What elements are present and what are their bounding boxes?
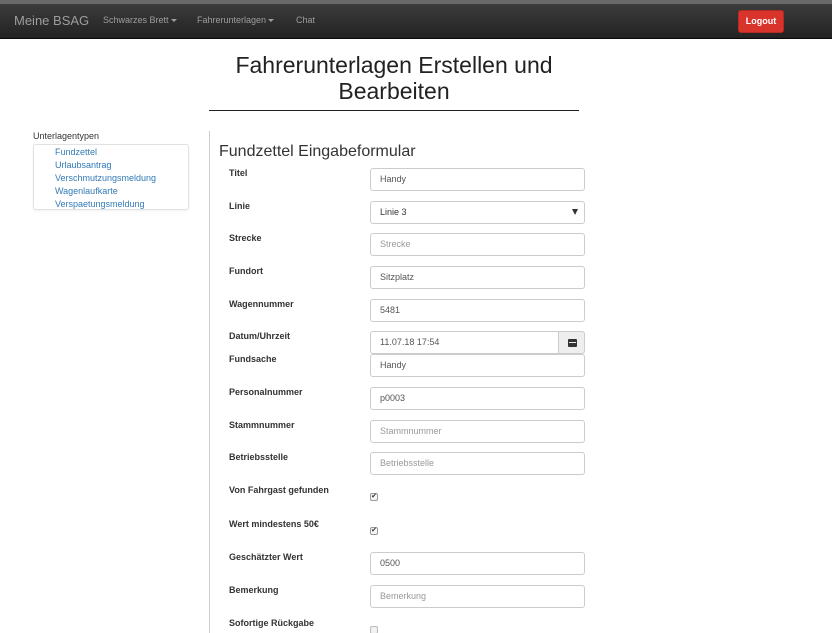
- wagennummer-value: 5481: [380, 305, 401, 315]
- geschaetzt-value: 0500: [380, 558, 401, 568]
- fundort-input[interactable]: Sitzplatz: [370, 266, 585, 289]
- check-icon: ✔: [371, 493, 377, 500]
- stammnummer-label: Stammnummer: [229, 420, 295, 430]
- rueckgabe-label: Sofortige Rückgabe: [229, 618, 315, 628]
- nav-chat[interactable]: Chat: [296, 15, 315, 25]
- page-title: Fahrerunterlagen Erstellen und Bearbeite…: [209, 52, 579, 104]
- linie-label: Linie: [229, 201, 251, 211]
- fundort-label: Fundort: [229, 266, 263, 276]
- strecke-label: Strecke: [229, 233, 262, 243]
- sidebar-title: Unterlagentypen: [33, 131, 100, 141]
- nav-schwarzes-brett[interactable]: Schwarzes Brett: [103, 15, 177, 25]
- sidebar-list: Fundzettel Urlaubsantrag Verschmutzungsm…: [33, 144, 189, 210]
- calendar-button[interactable]: [558, 331, 585, 354]
- personalnummer-value: p0003: [380, 393, 406, 403]
- calendar-icon: [568, 339, 577, 347]
- datum-input[interactable]: 11.07.18 17:54: [370, 331, 559, 354]
- linie-select[interactable]: Linie 3: [370, 201, 585, 224]
- stammnummer-input[interactable]: Stammnummer: [370, 420, 585, 443]
- bemerkung-placeholder: Bemerkung: [380, 591, 427, 601]
- form-title: Fundzettel Eingabeformular: [219, 143, 416, 160]
- datum-value: 11.07.18 17:54: [380, 337, 440, 347]
- logout-button[interactable]: Logout: [738, 10, 784, 33]
- fahrgast-label: Von Fahrgast gefunden: [229, 485, 329, 495]
- sidebar-item-urlaubsantrag[interactable]: Urlaubsantrag: [55, 159, 188, 172]
- caret-down-icon: [170, 19, 177, 23]
- title-divider: [209, 110, 579, 111]
- strecke-placeholder: Strecke: [380, 239, 411, 249]
- sidebar-item-verspaetungsmeldung[interactable]: Verspaetungsmeldung: [55, 198, 188, 211]
- fundsache-input[interactable]: Handy: [370, 354, 585, 377]
- titel-input[interactable]: Handy: [370, 168, 585, 191]
- top-navbar: Meine BSAG Schwarzes Brett Fahrerunterla…: [0, 0, 832, 39]
- sidebar-item-fundzettel[interactable]: Fundzettel: [55, 146, 188, 159]
- bemerkung-input[interactable]: Bemerkung: [370, 585, 585, 608]
- titel-value: Handy: [380, 174, 407, 184]
- wagennummer-label: Wagennummer: [229, 299, 294, 309]
- geschaetzt-input[interactable]: 0500: [370, 552, 585, 575]
- page-title-line-2: Bearbeiten: [338, 78, 450, 104]
- fahrgast-checkbox[interactable]: ✔: [370, 493, 378, 501]
- wagennummer-input[interactable]: 5481: [370, 299, 585, 322]
- sidebar-item-wagenlaufkarte[interactable]: Wagenlaufkarte: [55, 185, 188, 198]
- rueckgabe-checkbox[interactable]: [370, 626, 378, 633]
- brand-link[interactable]: Meine BSAG: [14, 13, 89, 28]
- personalnummer-input[interactable]: p0003: [370, 387, 585, 410]
- vertical-divider: [209, 131, 210, 633]
- betriebsstelle-placeholder: Betriebsstelle: [380, 458, 435, 468]
- page-title-line-1: Fahrerunterlagen Erstellen und: [235, 52, 553, 78]
- linie-value: Linie 3: [380, 207, 407, 217]
- geschaetzt-label: Geschätzter Wert: [229, 552, 303, 562]
- nav-label: Fahrerunterlagen: [197, 15, 267, 25]
- fundsache-label: Fundsache: [229, 354, 277, 364]
- datum-label: Datum/Uhrzeit: [229, 331, 291, 341]
- betriebsstelle-label: Betriebsstelle: [229, 452, 289, 462]
- datetime-picker: 11.07.18 17:54: [370, 331, 585, 354]
- nav-label: Chat: [296, 15, 316, 25]
- chevron-down-icon: [572, 209, 578, 215]
- betriebsstelle-input[interactable]: Betriebsstelle: [370, 452, 585, 475]
- personalnummer-label: Personalnummer: [229, 387, 303, 397]
- caret-down-icon: [268, 19, 275, 23]
- titel-label: Titel: [229, 168, 248, 178]
- fundsache-value: Handy: [380, 360, 407, 370]
- strecke-input[interactable]: Strecke: [370, 233, 585, 256]
- fundort-value: Sitzplatz: [380, 272, 415, 282]
- sidebar-item-verschmutzungsmeldung[interactable]: Verschmutzungsmeldung: [55, 172, 188, 185]
- nav-fahrerunterlagen[interactable]: Fahrerunterlagen: [197, 15, 275, 25]
- wert50-label: Wert mindestens 50€: [229, 519, 319, 529]
- nav-label: Schwarzes Brett: [103, 15, 169, 25]
- stammnummer-placeholder: Stammnummer: [380, 426, 442, 436]
- check-icon: ✔: [371, 527, 377, 534]
- bemerkung-label: Bemerkung: [229, 585, 279, 595]
- wert50-checkbox[interactable]: ✔: [370, 527, 378, 535]
